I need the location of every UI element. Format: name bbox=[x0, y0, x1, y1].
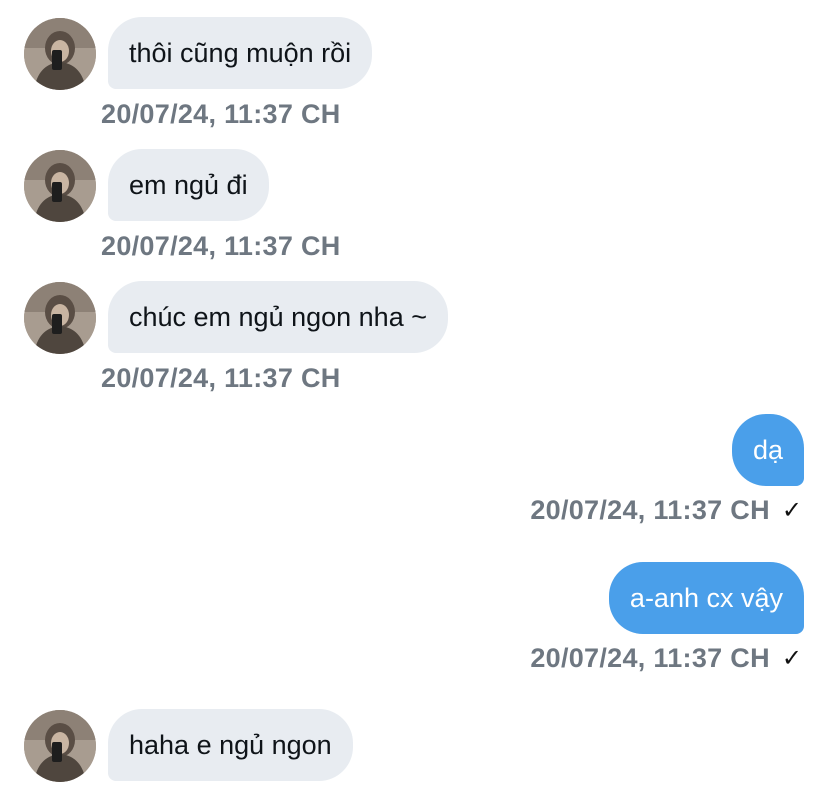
message-bubble[interactable]: em ngủ đi bbox=[108, 149, 269, 221]
message-bubble[interactable]: haha e ngủ ngon bbox=[108, 709, 353, 781]
message-timestamp: 20/07/24, 11:37 CH bbox=[530, 495, 770, 525]
avatar-photo-icon bbox=[24, 150, 96, 222]
avatar-photo-icon bbox=[24, 18, 96, 90]
avatar-photo-icon bbox=[24, 282, 96, 354]
message-bubble[interactable]: dạ bbox=[731, 414, 804, 486]
message-bubble[interactable]: a-anh cx vậy bbox=[608, 562, 804, 634]
checkmark-icon: ✓ bbox=[781, 497, 802, 524]
avatar-photo-icon bbox=[24, 710, 96, 782]
message-timestamp: 20/07/24, 11:37 CH bbox=[101, 99, 341, 129]
avatar[interactable] bbox=[24, 710, 96, 782]
message-bubble[interactable]: chúc em ngủ ngon nha ~ bbox=[108, 281, 448, 353]
avatar[interactable] bbox=[24, 18, 96, 90]
avatar[interactable] bbox=[24, 150, 96, 222]
checkmark-icon: ✓ bbox=[781, 645, 802, 672]
message-bubble[interactable]: thôi cũng muộn rồi bbox=[108, 17, 373, 89]
message-timestamp: 20/07/24, 11:37 CH bbox=[101, 231, 341, 261]
message-timestamp: 20/07/24, 11:37 CH bbox=[530, 643, 770, 673]
message-timestamp: 20/07/24, 11:37 CH bbox=[101, 363, 341, 393]
message-meta: 20/07/24, 11:37 CH ✓ bbox=[530, 495, 802, 526]
avatar[interactable] bbox=[24, 282, 96, 354]
message-meta: 20/07/24, 11:37 CH ✓ bbox=[530, 643, 802, 674]
